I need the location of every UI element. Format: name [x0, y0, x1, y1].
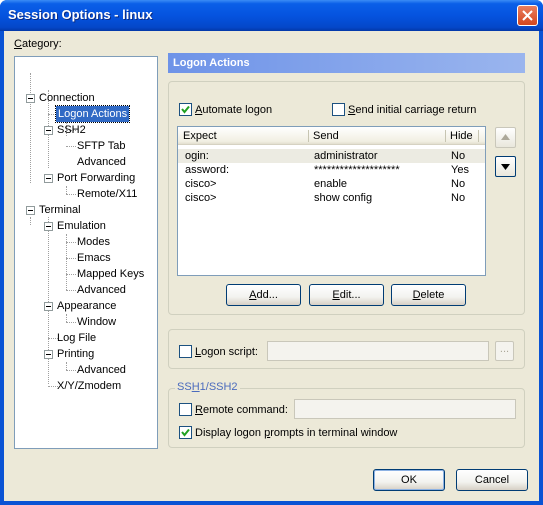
cell-hide: No: [451, 192, 466, 204]
send-carriage-return-label[interactable]: Send initial carriage return: [348, 104, 476, 117]
tree-item-emulation-advanced[interactable]: Advanced: [77, 282, 126, 298]
logon-actions-table[interactable]: Expect Send Hide ogin: administrator No …: [177, 126, 486, 276]
cancel-button[interactable]: Cancel: [456, 469, 528, 491]
logon-script-input[interactable]: [267, 341, 489, 361]
tree-item-sftp-tab[interactable]: SFTP Tab: [77, 138, 126, 154]
tree-item-emulation[interactable]: Emulation: [57, 218, 106, 234]
ok-button[interactable]: OK: [373, 469, 445, 491]
send-carriage-return-checkbox[interactable]: [332, 103, 345, 116]
tree-item-appearance[interactable]: Appearance: [57, 298, 116, 314]
collapse-port-forwarding-icon[interactable]: [44, 174, 53, 183]
checkmark-icon: [181, 105, 190, 114]
collapse-emulation-icon[interactable]: [44, 222, 53, 231]
window-title: Session Options - linux: [8, 7, 153, 22]
checkmark-icon: [181, 428, 190, 437]
column-expect[interactable]: Expect: [178, 127, 217, 145]
tree-item-emacs[interactable]: Emacs: [77, 250, 111, 266]
arrow-down-icon: [501, 164, 510, 170]
display-prompts-checkbox[interactable]: [179, 426, 192, 439]
automate-logon-checkbox[interactable]: [179, 103, 192, 116]
tree-item-log-file[interactable]: Log File: [57, 330, 96, 346]
session-options-window: Session Options - linux Category: Connec…: [0, 0, 543, 505]
table-row[interactable]: cisco> show config No: [178, 191, 485, 205]
collapse-printing-icon[interactable]: [44, 350, 53, 359]
ssh-group-title: SSH1/SSH2: [175, 381, 240, 394]
logon-script-browse-button[interactable]: ...: [495, 341, 514, 361]
tree-item-window[interactable]: Window: [77, 314, 116, 330]
column-send[interactable]: Send: [308, 127, 339, 145]
tree-item-modes[interactable]: Modes: [77, 234, 110, 250]
cell-expect: cisco>: [185, 192, 217, 204]
dialog-client-area: Category: Connection Logon Actions SSH2 …: [4, 31, 539, 501]
collapse-appearance-icon[interactable]: [44, 302, 53, 311]
cell-expect: assword:: [185, 164, 230, 176]
cell-send: ********************: [314, 164, 400, 176]
tree-item-mapped-keys[interactable]: Mapped Keys: [77, 266, 144, 282]
category-tree[interactable]: Connection Logon Actions SSH2 SFTP Tab A…: [14, 56, 158, 449]
cell-hide: No: [451, 178, 466, 190]
column-hide[interactable]: Hide: [445, 127, 473, 145]
tree-item-xyzmodem[interactable]: X/Y/Zmodem: [57, 378, 121, 394]
tree-item-logon-actions[interactable]: Logon Actions: [54, 105, 131, 123]
tree-item-ssh2-advanced[interactable]: Advanced: [77, 154, 126, 170]
delete-button[interactable]: Delete: [391, 284, 466, 306]
cell-send: enable: [314, 178, 348, 190]
close-button[interactable]: [517, 5, 538, 26]
remote-command-checkbox[interactable]: [179, 403, 192, 416]
table-row[interactable]: cisco> enable No: [178, 177, 485, 191]
add-button[interactable]: Add...: [226, 284, 301, 306]
cell-send: administrator: [314, 150, 378, 162]
tree-item-printing-advanced[interactable]: Advanced: [77, 362, 126, 378]
collapse-ssh2-icon[interactable]: [44, 126, 53, 135]
cell-hide: Yes: [451, 164, 469, 176]
table-row[interactable]: ogin: administrator No: [178, 149, 485, 163]
collapse-connection-icon[interactable]: [26, 94, 35, 103]
cell-expect: ogin:: [185, 150, 209, 162]
edit-button[interactable]: Edit...: [309, 284, 384, 306]
automate-logon-label[interactable]: Automate logon: [195, 104, 272, 117]
arrow-up-icon: [501, 134, 510, 140]
move-down-button[interactable]: [495, 156, 516, 177]
logon-script-checkbox[interactable]: [179, 345, 192, 358]
tree-item-ssh2[interactable]: SSH2: [57, 122, 86, 138]
move-up-button[interactable]: [495, 127, 516, 148]
category-label: Category:: [14, 38, 62, 50]
cell-send: show config: [314, 192, 373, 204]
table-row[interactable]: assword: ******************** Yes: [178, 163, 485, 177]
remote-command-label[interactable]: Remote command:: [195, 404, 288, 417]
logon-script-label[interactable]: Logon script:: [195, 346, 258, 359]
remote-command-input[interactable]: [294, 399, 516, 419]
tree-item-terminal[interactable]: Terminal: [39, 202, 81, 218]
tree-item-connection[interactable]: Connection: [39, 90, 95, 106]
collapse-terminal-icon[interactable]: [26, 206, 35, 215]
title-bar[interactable]: Session Options - linux: [0, 0, 543, 31]
tree-item-port-forwarding[interactable]: Port Forwarding: [57, 170, 135, 186]
cell-expect: cisco>: [185, 178, 217, 190]
table-header: Expect Send Hide: [178, 127, 485, 145]
cell-hide: No: [451, 150, 466, 162]
section-title: Logon Actions: [168, 53, 525, 73]
tree-item-printing[interactable]: Printing: [57, 346, 94, 362]
display-prompts-label[interactable]: Display logon prompts in terminal window: [195, 427, 397, 440]
close-icon: [522, 10, 533, 21]
tree-item-remote-x11[interactable]: Remote/X11: [77, 186, 137, 202]
